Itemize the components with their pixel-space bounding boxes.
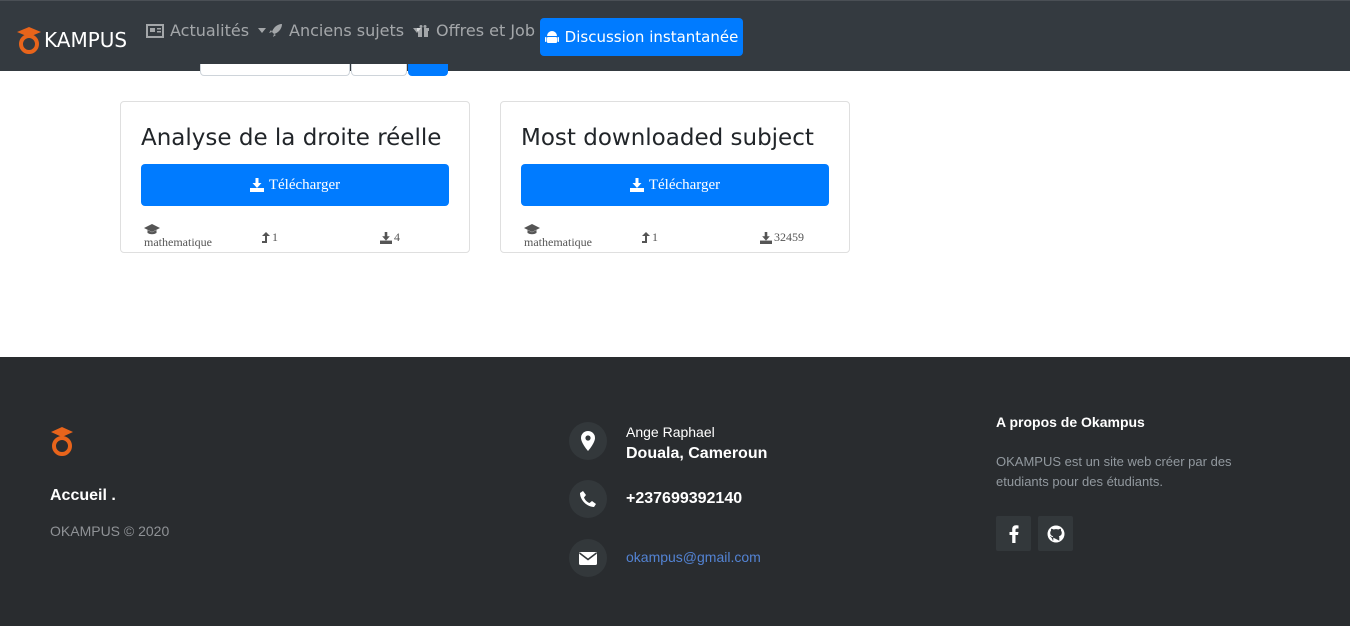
downloads-count: 4: [394, 230, 400, 244]
graduation-cap-icon: [144, 224, 160, 235]
logo-icon: [17, 27, 41, 54]
facebook-icon: [1009, 524, 1018, 543]
site-footer: Accueil . OKAMPUS © 2020 Ange Raphael Do…: [0, 357, 1350, 626]
level-meta: 1: [262, 230, 278, 245]
level-up-icon: [262, 232, 270, 243]
downloads-meta: 32459: [760, 230, 804, 245]
about-title: A propos de Okampus: [996, 414, 1145, 430]
android-icon: [544, 30, 559, 43]
download-label: Télécharger: [268, 176, 341, 193]
download-label: Télécharger: [648, 176, 721, 193]
category-label: mathematique: [524, 235, 592, 249]
download-button[interactable]: Télécharger: [141, 164, 449, 206]
category-meta: mathematique: [144, 224, 212, 250]
facebook-link[interactable]: [996, 516, 1031, 551]
rocket-icon: [269, 24, 282, 37]
download-icon: [629, 178, 644, 192]
instant-chat-label: Discussion instantanée: [564, 28, 739, 46]
newspaper-icon: [146, 23, 164, 38]
nav-offres-job[interactable]: Offres et Job: [416, 21, 535, 40]
nav-actualites-label: Actualités: [170, 21, 250, 40]
search-input[interactable]: [200, 64, 350, 76]
contact-phone: +237699392140: [626, 490, 743, 507]
category-label: mathematique: [144, 235, 212, 249]
download-button[interactable]: Télécharger: [521, 164, 829, 206]
gift-icon: [417, 24, 429, 37]
contact-name: Ange Raphael: [626, 424, 715, 440]
search-select[interactable]: [351, 64, 407, 76]
map-marker-icon: [569, 422, 607, 460]
downloads-count: 32459: [774, 230, 804, 244]
nav-anciens-sujets[interactable]: Anciens sujets: [268, 21, 422, 40]
github-link[interactable]: [1038, 516, 1073, 551]
envelope-icon: [569, 539, 607, 577]
github-icon: [1047, 525, 1064, 542]
brand-name: KAMPUS: [44, 28, 128, 52]
nav-actualites[interactable]: Actualités: [146, 21, 267, 40]
downloads-meta: 4: [380, 230, 400, 245]
nav-anciens-label: Anciens sujets: [289, 21, 405, 40]
category-meta: mathematique: [524, 224, 592, 250]
card-title: Analyse de la droite réelle: [141, 125, 442, 151]
instant-chat-button[interactable]: Discussion instantanée: [540, 18, 743, 56]
subject-card: Analyse de la droite réelle Télécharger …: [120, 101, 470, 253]
card-title: Most downloaded subject: [521, 125, 814, 151]
logo-icon: [51, 427, 73, 456]
level-value: 1: [652, 230, 658, 244]
about-text: OKAMPUS est un site web créer par des et…: [996, 454, 1232, 489]
download-icon: [380, 231, 392, 244]
contact-email-link[interactable]: okampus@gmail.com: [626, 549, 761, 565]
nav-offres-label: Offres et Job: [436, 21, 535, 40]
download-icon: [760, 231, 772, 244]
chevron-down-icon: [258, 28, 267, 33]
level-up-icon: [642, 232, 650, 243]
top-navbar: KAMPUS Actualités Anciens sujets Offres …: [0, 0, 1350, 71]
phone-icon: [569, 480, 607, 518]
footer-copyright: OKAMPUS © 2020: [50, 523, 170, 539]
level-meta: 1: [642, 230, 658, 245]
level-value: 1: [272, 230, 278, 244]
download-icon: [249, 178, 264, 192]
graduation-cap-icon: [524, 224, 540, 235]
brand-link[interactable]: KAMPUS: [16, 25, 127, 55]
contact-city: Douala, Cameroun: [626, 445, 768, 462]
subject-card: Most downloaded subject Télécharger math…: [500, 101, 850, 253]
footer-home-link[interactable]: Accueil .: [50, 487, 116, 505]
search-button[interactable]: [408, 64, 448, 76]
